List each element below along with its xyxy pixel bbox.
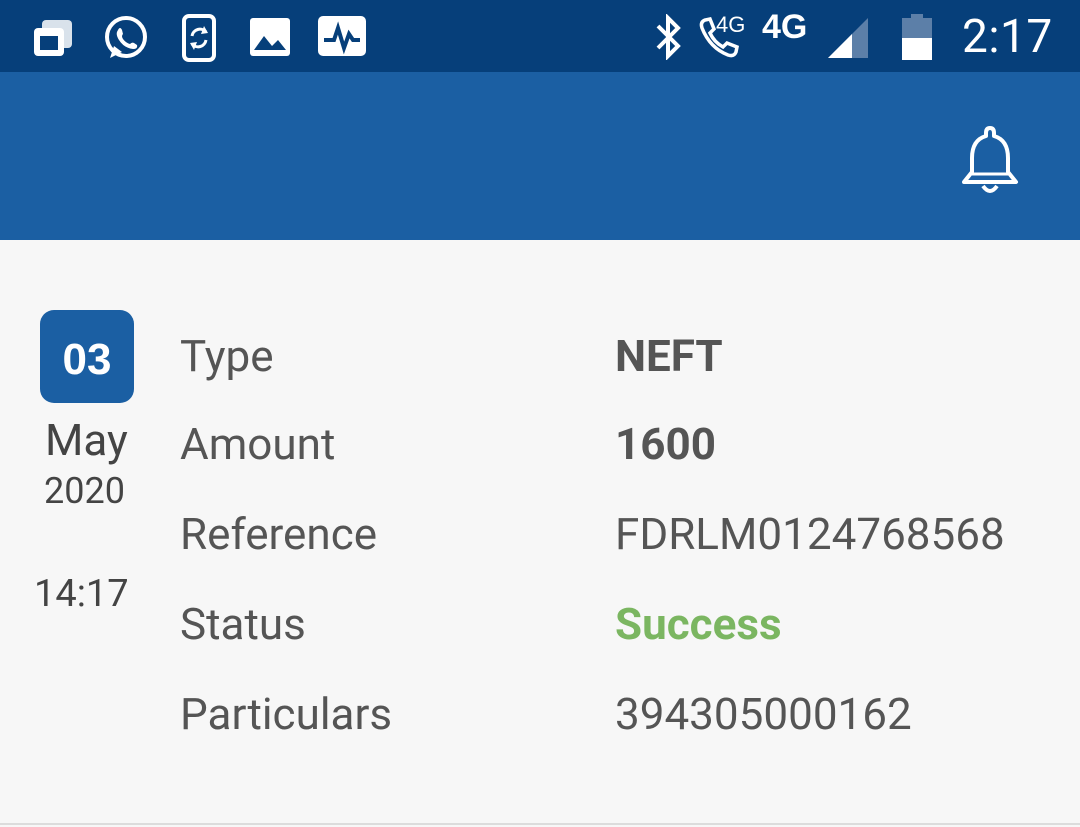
notification-bell-icon[interactable] xyxy=(958,124,1022,196)
list-divider xyxy=(0,823,1080,825)
type-label: Type xyxy=(180,330,274,382)
activity-icon xyxy=(318,16,366,58)
type-value: NEFT xyxy=(615,330,723,382)
particulars-label: Particulars xyxy=(180,688,393,740)
amount-value: 1600 xyxy=(615,418,716,470)
notes-icon xyxy=(32,18,76,58)
reference-label: Reference xyxy=(180,508,378,560)
bluetooth-icon xyxy=(652,14,686,60)
amount-label: Amount xyxy=(180,418,336,470)
network-type-label: 4G xyxy=(762,8,808,46)
status-value: Success xyxy=(615,598,782,650)
whatsapp-icon xyxy=(102,14,150,62)
gallery-icon xyxy=(250,18,290,58)
battery-icon xyxy=(902,14,932,60)
status-clock: 2:17 xyxy=(962,10,1053,64)
status-bar: 4G 4G 2:17 xyxy=(0,0,1080,72)
transaction-time: 14:17 xyxy=(34,572,129,616)
reference-value: FDRLM0124768568 xyxy=(615,508,1005,560)
date-year: 2020 xyxy=(44,470,125,512)
app-bar xyxy=(0,72,1080,240)
signal-icon xyxy=(826,16,870,60)
particulars-value: 394305000162 xyxy=(615,688,912,740)
status-label: Status xyxy=(180,598,306,650)
date-day-badge: 03 xyxy=(40,310,134,403)
date-month: May xyxy=(45,414,128,466)
call-network-label: 4G xyxy=(716,12,746,37)
phone-sync-icon xyxy=(180,14,220,62)
